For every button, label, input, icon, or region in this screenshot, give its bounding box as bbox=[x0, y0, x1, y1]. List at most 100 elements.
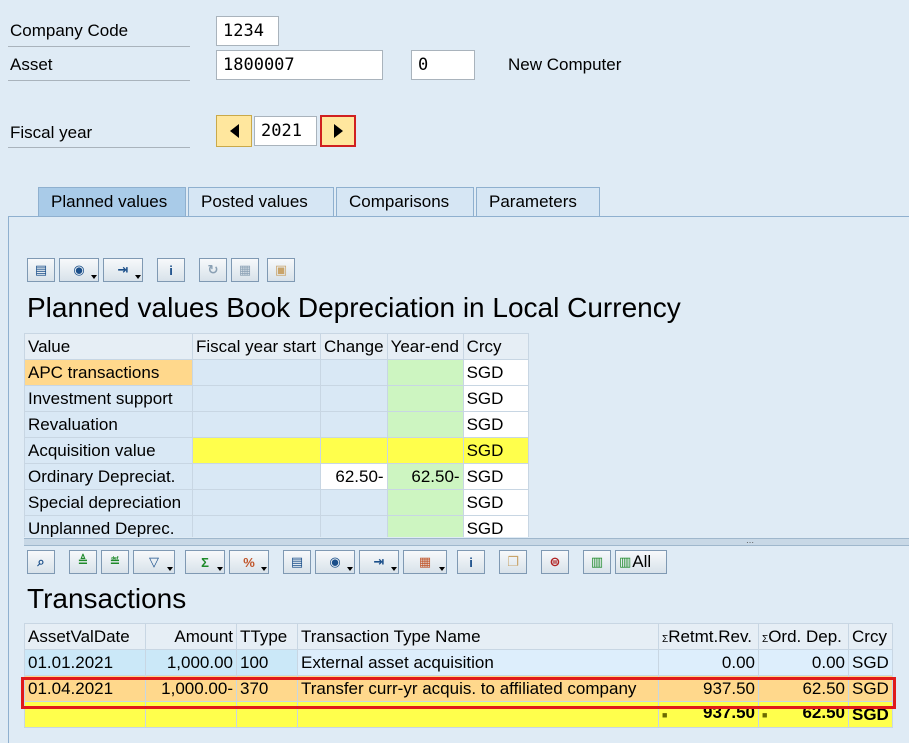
column-header[interactable]: Change bbox=[320, 333, 388, 360]
export-icon[interactable]: ⇥ bbox=[103, 258, 143, 282]
asset-number-field[interactable]: 1800007 bbox=[216, 50, 383, 80]
orddep-total-cell: ■ 62.50 bbox=[758, 701, 849, 728]
select-all-button[interactable]: ▥ All bbox=[615, 550, 667, 574]
planned-values-table: Value Fiscal year start Change Year-end … bbox=[24, 333, 529, 537]
currency-cell: SGD bbox=[462, 411, 529, 438]
year-end-cell bbox=[386, 411, 464, 438]
date-cell: 01.04.2021 bbox=[24, 675, 146, 702]
currency-cell: SGD bbox=[462, 359, 529, 386]
retmt-total: 937.50 bbox=[703, 702, 755, 722]
view-icon[interactable]: ◉ bbox=[315, 550, 355, 574]
fy-start-cell bbox=[192, 489, 321, 516]
orddep-total: 62.50 bbox=[802, 702, 845, 722]
empty-cell bbox=[24, 701, 146, 728]
value-cell: Unplanned Deprec. bbox=[24, 515, 193, 537]
table-row[interactable]: APC transactions SGD bbox=[24, 359, 529, 386]
currency-cell: SGD bbox=[848, 675, 893, 702]
column-header[interactable]: Year-end bbox=[386, 333, 464, 360]
calculator-icon: ▦ bbox=[231, 258, 259, 282]
column-header[interactable]: Value bbox=[24, 333, 193, 360]
currency-cell: SGD bbox=[462, 437, 529, 464]
orddep-cell: 62.50 bbox=[758, 675, 849, 702]
fy-start-cell bbox=[192, 359, 321, 386]
totals-row[interactable]: ■ 937.50 ■ 62.50 SGD bbox=[24, 701, 893, 728]
subtotal-icon[interactable]: % bbox=[229, 550, 269, 574]
divider bbox=[8, 46, 190, 47]
next-year-button[interactable] bbox=[320, 115, 356, 147]
column-header[interactable]: TType bbox=[236, 623, 298, 650]
planned-values-title: Planned values Book Depreciation in Loca… bbox=[27, 292, 681, 323]
fy-start-cell bbox=[192, 411, 321, 438]
value-cell: Investment support bbox=[24, 385, 193, 412]
grip-icon: ⋯ bbox=[746, 538, 754, 547]
select-icon[interactable]: ▥ bbox=[583, 550, 611, 574]
value-cell: Revaluation bbox=[24, 411, 193, 438]
fiscal-year-field[interactable]: 2021 bbox=[254, 116, 317, 146]
column-header-retmt[interactable]: ΣRetmt.Rev. bbox=[658, 623, 759, 650]
filter-icon[interactable]: ▽ bbox=[133, 550, 175, 574]
table-row[interactable]: 01.01.2021 1,000.00 100 External asset a… bbox=[24, 649, 893, 676]
info-icon[interactable]: i bbox=[457, 550, 485, 574]
change-cell bbox=[320, 359, 388, 386]
transactions-table: AssetValDate Amount TType Transaction Ty… bbox=[24, 623, 893, 728]
export-icon[interactable]: ⇥ bbox=[359, 550, 399, 574]
amount-cell: 1,000.00- bbox=[145, 675, 237, 702]
column-header-orddep[interactable]: ΣOrd. Dep. bbox=[758, 623, 849, 650]
previous-year-button[interactable] bbox=[216, 115, 252, 147]
info-icon[interactable]: i bbox=[157, 258, 185, 282]
table-row[interactable]: Investment support SGD bbox=[24, 385, 529, 412]
change-cell bbox=[320, 437, 388, 464]
retmt-cell: 0.00 bbox=[658, 649, 759, 676]
table-row[interactable]: Revaluation SGD bbox=[24, 411, 529, 438]
column-header-label: Retmt.Rev. bbox=[668, 626, 752, 646]
ttype-cell: 100 bbox=[236, 649, 298, 676]
table-row[interactable]: Ordinary Depreciat. 62.50- 62.50- SGD bbox=[24, 463, 529, 490]
arrow-right-icon bbox=[333, 124, 343, 138]
display-icon[interactable]: ⊜ bbox=[541, 550, 569, 574]
sort-ascending-icon[interactable]: ≜ bbox=[69, 550, 97, 574]
tab-planned-values[interactable]: Planned values bbox=[38, 187, 186, 217]
transactions-toolbar: ⌕ ≜ ≝ ▽ Σ % ▤ ◉ ⇥ ▦ i ❐ ⊜ ▥ ▥ All bbox=[24, 547, 909, 577]
tab-comparisons[interactable]: Comparisons bbox=[336, 187, 474, 217]
planned-toolbar: ▤ ◉ ⇥ i ↻ ▦ ▣ bbox=[24, 255, 909, 285]
print-icon[interactable]: ▤ bbox=[27, 258, 55, 282]
asset-subnumber-field[interactable]: 0 bbox=[411, 50, 475, 80]
column-header[interactable]: Crcy bbox=[848, 623, 893, 650]
sum-icon[interactable]: Σ bbox=[185, 550, 225, 574]
column-header[interactable]: AssetValDate bbox=[24, 623, 146, 650]
print-icon[interactable]: ▤ bbox=[283, 550, 311, 574]
tab-posted-values[interactable]: Posted values bbox=[188, 187, 334, 217]
column-header[interactable]: Crcy bbox=[462, 333, 529, 360]
column-header[interactable]: Fiscal year start bbox=[192, 333, 321, 360]
select-all-label: All bbox=[632, 552, 652, 571]
tab-parameters[interactable]: Parameters bbox=[476, 187, 600, 217]
view-icon[interactable]: ◉ bbox=[59, 258, 99, 282]
ttype-cell: 370 bbox=[236, 675, 298, 702]
empty-cell bbox=[236, 701, 298, 728]
table-row[interactable]: Unplanned Deprec. SGD bbox=[24, 515, 529, 537]
table-row[interactable]: Special depreciation SGD bbox=[24, 489, 529, 516]
company-code-label: Company Code bbox=[10, 21, 129, 40]
table-row-selected[interactable]: 01.04.2021 1,000.00- 370 Transfer curr-y… bbox=[24, 675, 893, 702]
change-cell bbox=[320, 515, 388, 537]
fy-start-cell bbox=[192, 463, 321, 490]
asset-label: Asset bbox=[10, 55, 53, 74]
details-icon[interactable]: ⌕ bbox=[27, 550, 55, 574]
year-end-cell bbox=[386, 359, 464, 386]
currency-cell: SGD bbox=[462, 463, 529, 490]
year-end-cell bbox=[386, 437, 464, 464]
divider bbox=[8, 80, 190, 81]
fy-start-cell bbox=[192, 437, 321, 464]
table-row[interactable]: Acquisition value SGD bbox=[24, 437, 529, 464]
total-marker-icon: ■ bbox=[762, 709, 768, 720]
splitter-handle[interactable]: ⋯ bbox=[24, 538, 909, 547]
ttype-name-cell: Transfer curr-yr acquis. to affiliated c… bbox=[297, 675, 659, 702]
sort-descending-icon[interactable]: ≝ bbox=[101, 550, 129, 574]
column-header[interactable]: Transaction Type Name bbox=[297, 623, 659, 650]
currency-cell: SGD bbox=[462, 489, 529, 516]
layout-icon[interactable]: ▦ bbox=[403, 550, 447, 574]
company-code-field[interactable]: 1234 bbox=[216, 16, 279, 46]
documents-icon[interactable]: ❐ bbox=[499, 550, 527, 574]
value-cell: Special depreciation bbox=[24, 489, 193, 516]
column-header[interactable]: Amount bbox=[145, 623, 237, 650]
